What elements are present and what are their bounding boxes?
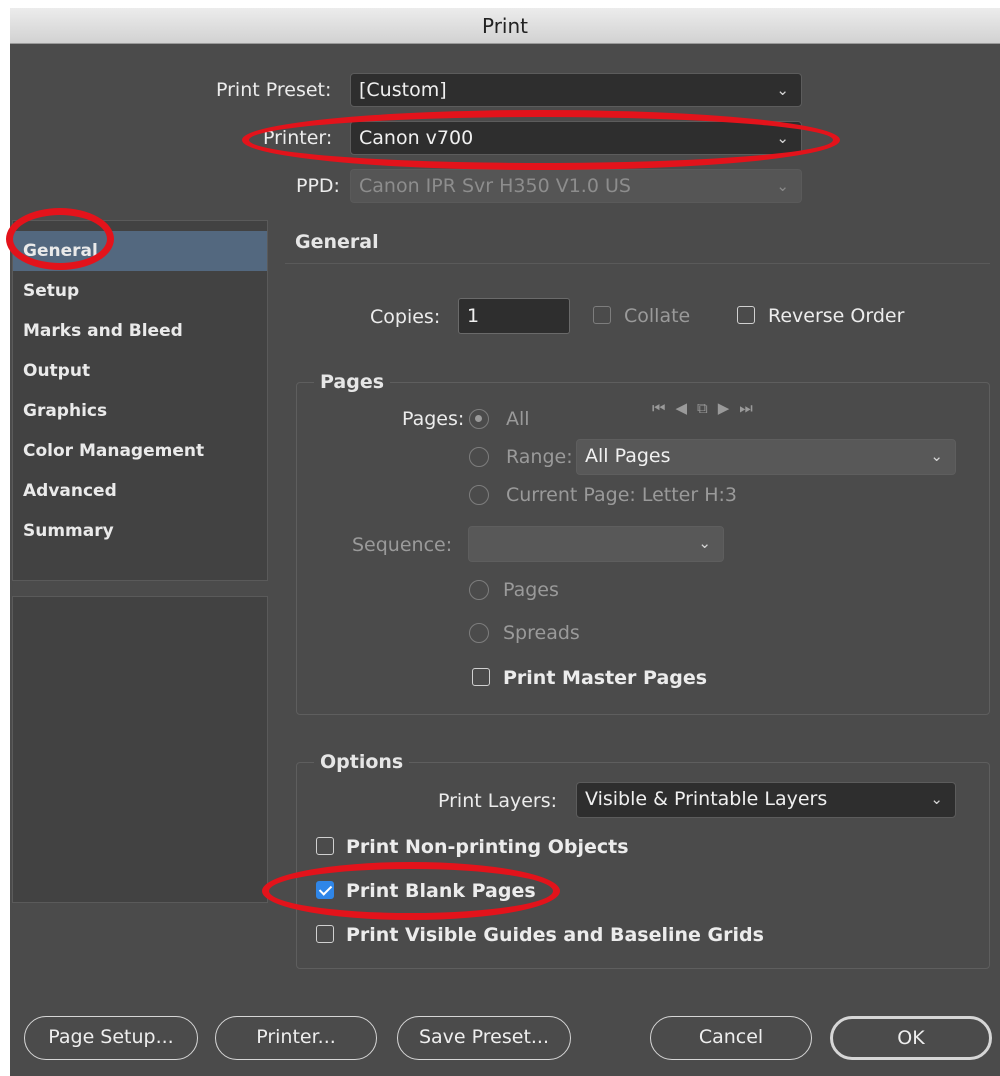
chevron-down-icon: ⌄: [776, 129, 789, 147]
copies-field[interactable]: 1: [458, 298, 570, 334]
all-radio: [469, 409, 489, 429]
sidebar-item-setup[interactable]: Setup: [13, 271, 267, 311]
current-page-label: Current Page: Letter H:3: [506, 484, 737, 506]
print-layers-label: Print Layers:: [438, 790, 558, 812]
preview-pane: [12, 596, 268, 903]
print-preset-select[interactable]: [Custom] ⌄: [350, 73, 802, 107]
printer-button[interactable]: Printer...: [215, 1016, 377, 1060]
ok-button[interactable]: OK: [830, 1016, 992, 1060]
pages-option-label: Pages: [503, 579, 559, 601]
print-guides-checkbox[interactable]: [316, 925, 334, 943]
pages-group-title: Pages: [314, 370, 391, 394]
sidebar-item-output[interactable]: Output: [13, 351, 267, 391]
range-select[interactable]: All Pages ⌄: [576, 439, 956, 475]
pages-option-radio: [469, 580, 489, 600]
sidebar-item-color-management[interactable]: Color Management: [13, 431, 267, 471]
sidebar-item-advanced[interactable]: Advanced: [13, 471, 267, 511]
print-guides-label: Print Visible Guides and Baseline Grids: [346, 924, 764, 946]
sidebar: General Setup Marks and Bleed Output Gra…: [12, 220, 268, 581]
chevron-down-icon: ⌄: [930, 447, 943, 465]
spreads-option-radio: [469, 623, 489, 643]
print-master-pages-checkbox[interactable]: [472, 668, 490, 686]
spreads-option-label: Spreads: [503, 622, 580, 644]
all-label: All: [506, 408, 530, 430]
print-blank-pages-checkbox[interactable]: [316, 881, 334, 899]
chevron-down-icon: ⌄: [776, 81, 789, 99]
chevron-down-icon: ⌄: [698, 534, 711, 552]
print-master-pages-label: Print Master Pages: [503, 667, 708, 689]
sidebar-item-marks-and-bleed[interactable]: Marks and Bleed: [13, 311, 267, 351]
reverse-order-checkbox[interactable]: [737, 306, 755, 324]
print-layers-value: Visible & Printable Layers: [585, 788, 828, 810]
ppd-value: Canon IPR Svr H350 V1.0 US: [359, 175, 631, 197]
print-preset-label: Print Preset:: [216, 79, 332, 101]
chevron-down-icon: ⌄: [776, 177, 789, 195]
ppd-select: Canon IPR Svr H350 V1.0 US ⌄: [350, 169, 802, 203]
printer-value: Canon v700: [359, 127, 474, 149]
ppd-label: PPD:: [296, 175, 340, 197]
cancel-button[interactable]: Cancel: [650, 1016, 812, 1060]
options-group-title: Options: [314, 750, 410, 774]
print-layers-select[interactable]: Visible & Printable Layers ⌄: [576, 782, 956, 818]
printer-label: Printer:: [263, 127, 333, 149]
save-preset-button[interactable]: Save Preset...: [397, 1016, 571, 1060]
reverse-order-label: Reverse Order: [768, 305, 905, 327]
sidebar-item-graphics[interactable]: Graphics: [13, 391, 267, 431]
sequence-select: ⌄: [468, 526, 724, 562]
sequence-label: Sequence:: [352, 534, 453, 556]
collate-checkbox: [593, 306, 611, 324]
print-blank-pages-label: Print Blank Pages: [346, 880, 536, 902]
sidebar-item-summary[interactable]: Summary: [13, 511, 267, 551]
print-non-printing-checkbox[interactable]: [316, 837, 334, 855]
print-non-printing-label: Print Non-printing Objects: [346, 836, 629, 858]
range-value: All Pages: [585, 445, 671, 467]
sidebar-item-general[interactable]: General: [13, 231, 267, 271]
window-title: Print: [10, 8, 1000, 44]
page-navigation-icons: ⏮◀⧉▶⏭: [652, 399, 763, 417]
chevron-down-icon: ⌄: [930, 790, 943, 808]
range-radio: [469, 447, 489, 467]
collate-label: Collate: [624, 305, 691, 327]
current-page-radio: [469, 485, 489, 505]
section-heading: General: [285, 220, 990, 264]
range-label: Range:: [506, 446, 573, 468]
printer-select[interactable]: Canon v700 ⌄: [350, 121, 802, 155]
copies-label: Copies:: [370, 306, 441, 328]
page-setup-button[interactable]: Page Setup...: [24, 1016, 198, 1060]
print-preset-value: [Custom]: [359, 79, 447, 101]
pages-label: Pages:: [402, 408, 465, 430]
